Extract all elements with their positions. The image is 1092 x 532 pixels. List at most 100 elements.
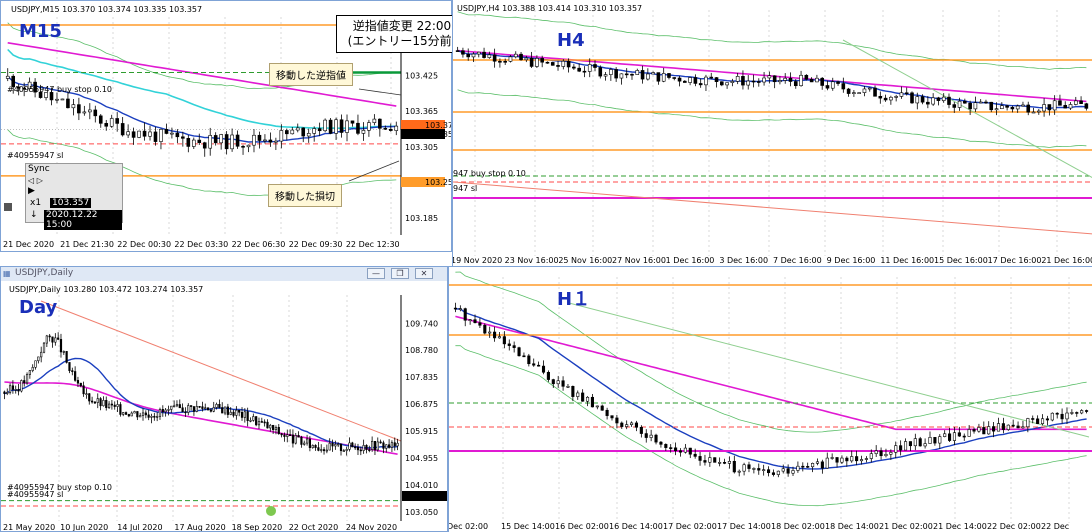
h4-candle (1068, 104, 1073, 109)
day-candle (356, 446, 360, 451)
h1-candle (595, 405, 599, 408)
sync-stop-icon[interactable] (4, 203, 12, 211)
day-candle (255, 416, 258, 426)
daily-window-titlebar[interactable]: USDJPY,Daily ▦ — ❐ ✕ (1, 267, 447, 282)
h4-candle (661, 73, 666, 82)
day-candle (331, 442, 334, 447)
day-candle (124, 412, 128, 415)
h1-candle (458, 308, 462, 310)
h4-candle (920, 96, 925, 103)
day-candle (96, 398, 99, 403)
notice-line1: 逆指値変更 22:00 (352, 19, 452, 33)
h1-candle (497, 336, 502, 339)
day-candle (390, 442, 394, 448)
h4-candle (767, 75, 772, 79)
m15-candle (246, 144, 251, 148)
daily-chart-svg[interactable]: 109.740 108.780 107.835 106.875 105.915 104.9… (1, 281, 448, 532)
daily-chart-panel[interactable]: USDJPY,Daily ▦ — ❐ ✕ 109.740 108.780 107.8… (0, 266, 448, 532)
day-candle (20, 380, 23, 392)
m15-candle (197, 139, 202, 144)
day-candle (368, 449, 371, 451)
h4-candle (503, 60, 507, 63)
h4-candle (593, 64, 597, 68)
play-icon[interactable]: ▶ (28, 186, 35, 196)
h1-candle (678, 450, 683, 453)
h4-candle (603, 74, 608, 77)
day-candle (192, 406, 196, 412)
day-candle (243, 411, 246, 418)
h1-candle (512, 345, 516, 348)
h1-candle (1080, 410, 1084, 414)
h1-candle (859, 459, 864, 462)
h4-candle (476, 51, 481, 55)
h4-candle (804, 74, 809, 80)
h4-candle (963, 100, 967, 104)
h4-chart-svg[interactable]: 19 Nov 2020 23 Nov 16:00 25 Nov 16:00 27 No… (453, 0, 1092, 266)
m15-candle (153, 131, 158, 142)
h1-candle (806, 466, 810, 468)
h1-candle (669, 447, 673, 449)
day-xtick: 21 May 2020 (3, 523, 55, 532)
m15-candle (356, 122, 360, 134)
h1-xtick: 15 Dec 14:00 (501, 522, 555, 531)
h1-candle (835, 457, 839, 463)
h1-xtick: 21 Dec 14:00 (933, 522, 987, 531)
day-candle (48, 335, 51, 338)
h1-candle (962, 435, 966, 438)
m15-candle (295, 127, 300, 131)
close-button[interactable]: ✕ (415, 268, 433, 279)
h4-candle (550, 62, 555, 66)
minimize-button[interactable]: — (367, 268, 385, 279)
h1-candle (683, 447, 687, 453)
h1-chart-panel[interactable]: Dec 02:00 15 Dec 14:00 16 Dec 02:00 16 Dec … (448, 266, 1092, 532)
restore-button[interactable]: ❐ (391, 268, 409, 279)
h4-candle (793, 81, 798, 87)
h1-xtick: 17 Dec 14:00 (717, 522, 771, 531)
sync-down-icon[interactable]: ↓ (30, 210, 38, 220)
h1-candle (987, 426, 991, 435)
m15-ytick: 103.425 (405, 71, 438, 80)
h1-candle (977, 427, 981, 432)
h1-candle (918, 438, 922, 447)
daily-header: USDJPY,Daily 103.280 103.472 103.274 103… (9, 285, 203, 294)
h1-candle (713, 457, 717, 463)
h1-candle (874, 450, 878, 454)
h1-candle (493, 331, 497, 339)
h4-candle (820, 77, 824, 86)
notice-line2: (エントリー15分前) (347, 34, 457, 48)
day-candle (272, 424, 275, 431)
h4-candle (566, 60, 571, 68)
m15-candle (219, 134, 223, 144)
h4-candle (778, 80, 782, 83)
h1-candle (693, 453, 697, 457)
h1-candle (757, 468, 761, 471)
h1-candle (527, 355, 531, 365)
h1-candle (762, 469, 766, 471)
day-candle (31, 367, 34, 371)
day-candle (102, 400, 105, 407)
h1-xtick: 22 Dec (1041, 522, 1069, 531)
h4-chart-panel[interactable]: 19 Nov 2020 23 Nov 16:00 25 Nov 16:00 27 No… (452, 0, 1092, 266)
sync-widget[interactable]: Sync ◁ ▷ ▶ x1 103.357 ↓ 2020.12.22 15:00 (25, 163, 123, 230)
m15-candle (120, 123, 125, 136)
m15-candle (263, 139, 267, 142)
h1-candle (1011, 424, 1015, 427)
h1-candle (639, 426, 643, 434)
m15-candle (378, 118, 382, 129)
h4-candle (646, 73, 650, 80)
day-candle (57, 337, 60, 340)
sync-speed[interactable]: x1 (30, 198, 41, 208)
m15-candle (213, 135, 218, 144)
h4-candle (582, 70, 587, 73)
day-candle (345, 449, 348, 451)
h1-candle (1070, 412, 1074, 414)
day-candle (212, 407, 215, 412)
h1-candle (908, 441, 912, 447)
h4-candle (1015, 105, 1020, 110)
h4-xtick: 11 Dec 16:00 (880, 256, 934, 265)
h1-chart-svg[interactable]: Dec 02:00 15 Dec 14:00 16 Dec 02:00 16 Dec … (449, 267, 1092, 532)
m15-candle (98, 115, 103, 124)
sync-nav-icon[interactable]: ◁ ▷ (28, 176, 43, 185)
m15-candle (257, 134, 262, 141)
m15-header: USDJPY,M15 103.370 103.374 103.335 103.3… (11, 5, 202, 14)
